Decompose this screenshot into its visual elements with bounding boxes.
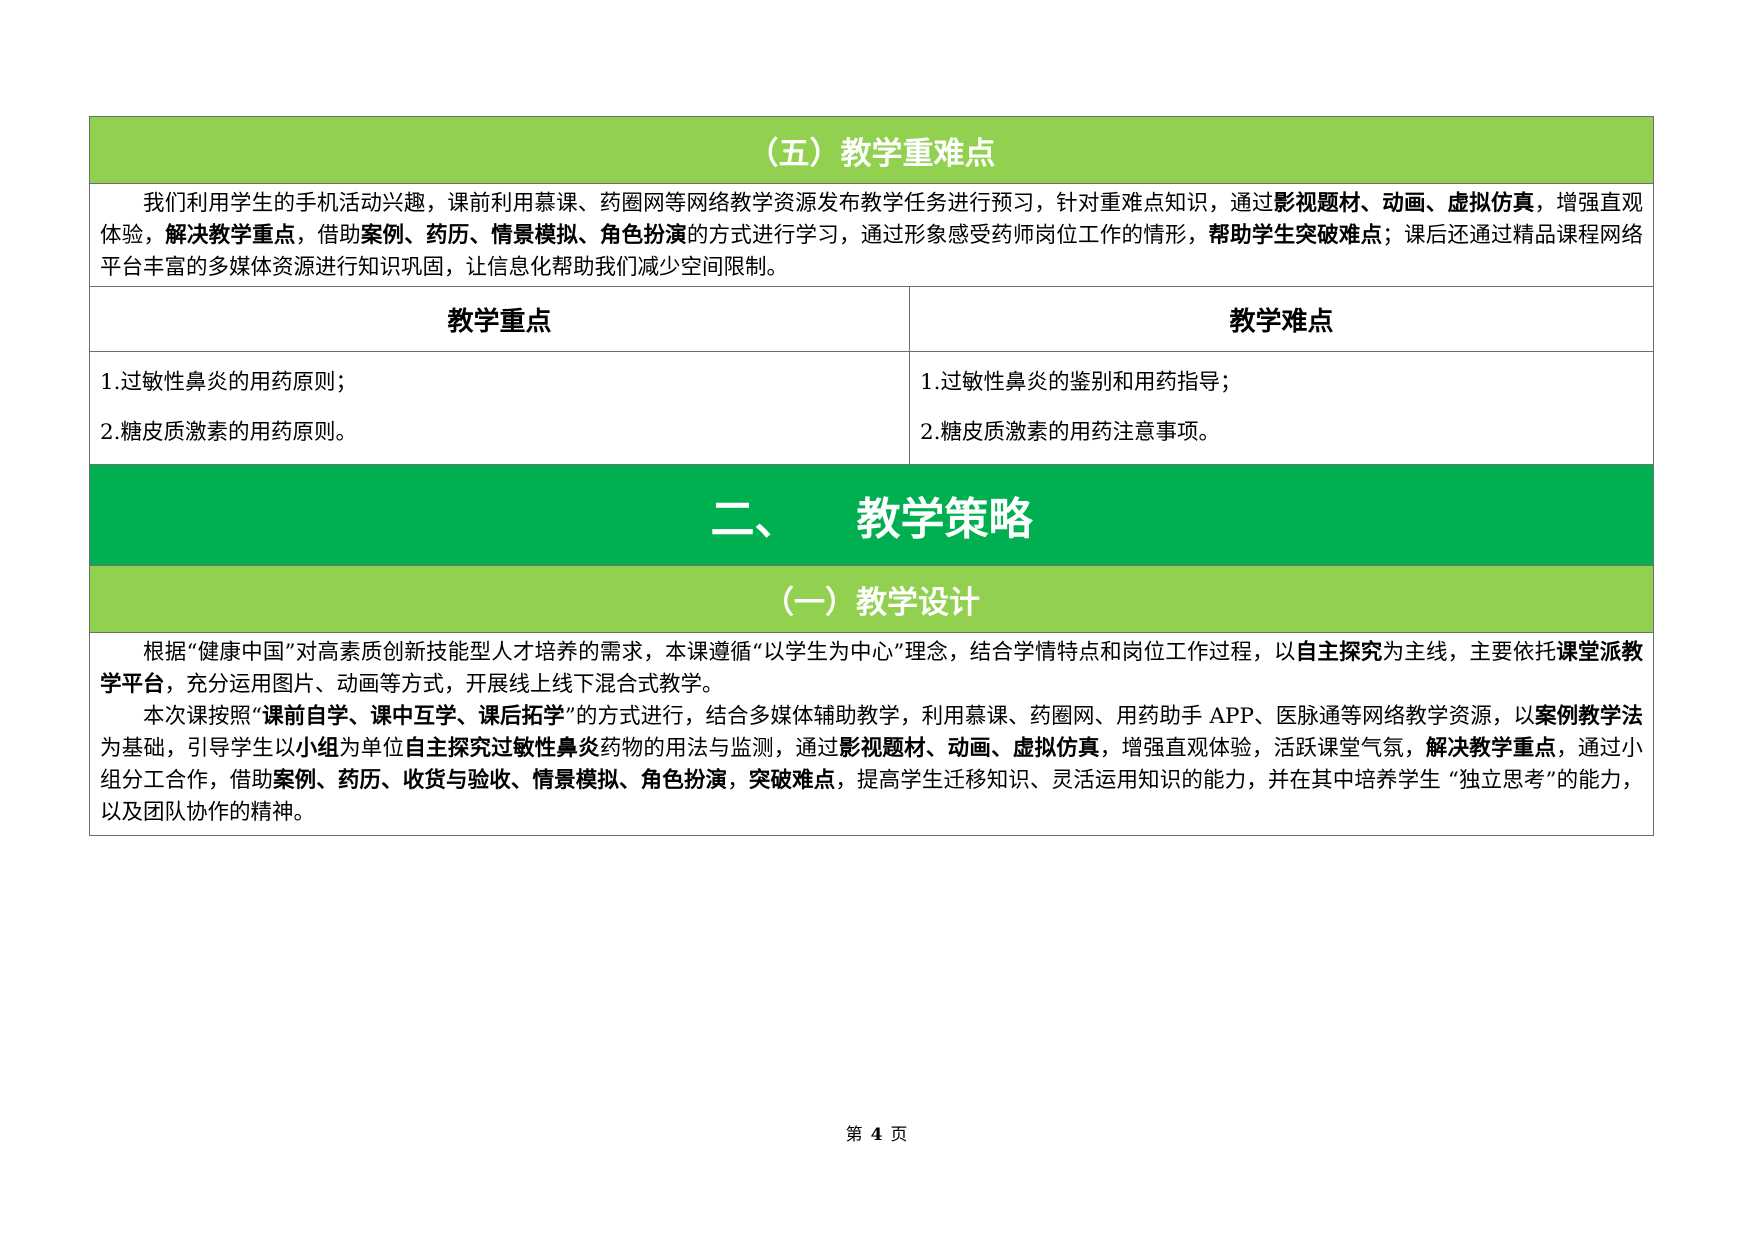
key-points-column: 教学重点 1.过敏性鼻炎的用药原则； 2.糖皮质激素的用药原则。 <box>90 287 910 464</box>
key-point-item: 1.过敏性鼻炎的用药原则； <box>100 370 358 395</box>
section-1-title: （一）教学设计 <box>763 584 980 621</box>
difficult-point-item: 1.过敏性鼻炎的鉴别和用药指导； <box>920 370 1242 395</box>
page-number: 4 <box>870 1125 883 1145</box>
section-1-paragraph-2: 本次课按照“课前自学、课中互学、课后拓学”的方式进行，结合多媒体辅助教学，利用慕… <box>100 701 1643 829</box>
text-run: ，充分运用图片、动画等方式，开展线上线下混合式教学。 <box>164 672 724 697</box>
text-run: 的方式进行学习，通过形象感受药师岗位工作的情形， <box>686 223 1209 248</box>
difficult-points-list: 1.过敏性鼻炎的鉴别和用药指导； 2.糖皮质激素的用药注意事项。 <box>910 352 1653 464</box>
chapter-2-heading: 二、 教学策略 <box>90 465 1653 566</box>
text-run: 根据“健康中国”对高素质创新技能型人才培养的需求，本课遵循“以学生为中心”理念，… <box>143 640 1296 665</box>
bold-text-run: 课前自学、课中互学、课后拓学 <box>262 704 565 729</box>
section-5-heading: （五）教学重难点 <box>90 117 1653 184</box>
text-run: ”的方式进行，结合多媒体辅助教学，利用慕课、药圈网、用药助手 APP、医脉通等网… <box>564 704 1536 729</box>
text-run: 为单位 <box>339 736 405 761</box>
key-points-header: 教学重点 <box>90 287 909 352</box>
page-footer: 第4页 <box>0 1120 1753 1145</box>
key-points-list: 1.过敏性鼻炎的用药原则； 2.糖皮质激素的用药原则。 <box>90 352 909 464</box>
section-5-intro: 我们利用学生的手机活动兴趣，课前利用慕课、药圈网等网络教学资源发布教学任务进行预… <box>90 184 1653 287</box>
text-run: 本次课按照“ <box>143 704 263 729</box>
chapter-2-number: 二、 <box>710 494 799 545</box>
key-point-item: 2.糖皮质激素的用药原则。 <box>100 420 358 445</box>
section-1-paragraph-1: 根据“健康中国”对高素质创新技能型人才培养的需求，本课遵循“以学生为中心”理念，… <box>100 637 1643 701</box>
bold-text-run: 案例、药历、情景模拟、角色扮演 <box>360 223 687 248</box>
bold-text-run: 自主探究过敏性鼻炎 <box>404 736 600 761</box>
key-difficult-table: 教学重点 1.过敏性鼻炎的用药原则； 2.糖皮质激素的用药原则。 教学难点 1.… <box>90 287 1653 465</box>
text-run: ，增强直观体验，活跃课堂气氛， <box>1099 736 1426 761</box>
section-5-title: （五）教学重难点 <box>747 135 996 172</box>
section-1-body: 根据“健康中国”对高素质创新技能型人才培养的需求，本课遵循“以学生为中心”理念，… <box>90 633 1653 835</box>
bold-text-run: 突破难点 <box>748 768 836 793</box>
section-5-intro-paragraph: 我们利用学生的手机活动兴趣，课前利用慕课、药圈网等网络教学资源发布教学任务进行预… <box>100 188 1643 284</box>
bold-text-run: 小组 <box>295 736 340 761</box>
bold-text-run: 解决教学重点 <box>1425 736 1557 761</box>
bold-text-run: 解决教学重点 <box>165 223 296 248</box>
text-run: ，借助 <box>295 223 361 248</box>
chapter-2-title: 教学策略 <box>856 494 1033 545</box>
document-table: （五）教学重难点 我们利用学生的手机活动兴趣，课前利用慕课、药圈网等网络教学资源… <box>89 116 1654 836</box>
section-1-heading: （一）教学设计 <box>90 566 1653 633</box>
difficult-points-header: 教学难点 <box>910 287 1653 352</box>
text-run: 我们利用学生的手机活动兴趣，课前利用慕课、药圈网等网络教学资源发布教学任务进行预… <box>143 191 1274 216</box>
bold-text-run: 帮助学生突破难点 <box>1208 223 1383 248</box>
difficult-points-column: 教学难点 1.过敏性鼻炎的鉴别和用药指导； 2.糖皮质激素的用药注意事项。 <box>910 287 1653 464</box>
text-run: ， <box>727 768 749 793</box>
bold-text-run: 自主探究 <box>1295 640 1383 665</box>
text-run: 为主线，主要依托 <box>1382 640 1557 665</box>
bold-text-run: 影视题材、动画、虚拟仿真 <box>1273 191 1535 216</box>
bold-text-run: 案例、药历、收货与验收、情景模拟、角色扮演 <box>273 768 728 793</box>
text-run: 为基础，引导学生以 <box>100 736 296 761</box>
footer-prefix: 第 <box>845 1125 863 1145</box>
bold-text-run: 案例教学法 <box>1535 704 1643 729</box>
text-run: 药物的用法与监测，通过 <box>599 736 839 761</box>
bold-text-run: 影视题材、动画、虚拟仿真 <box>838 736 1100 761</box>
difficult-point-item: 2.糖皮质激素的用药注意事项。 <box>920 420 1221 445</box>
footer-suffix: 页 <box>890 1125 908 1145</box>
